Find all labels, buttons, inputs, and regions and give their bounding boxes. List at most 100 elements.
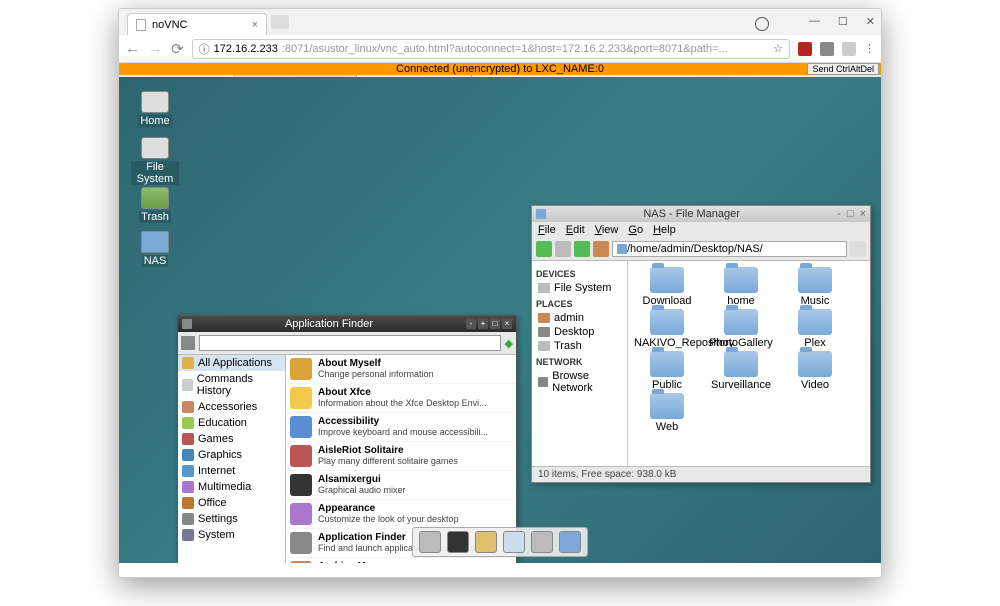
- minimize-icon[interactable]: —: [809, 15, 820, 28]
- sidebar: DEVICES File System PLACES adminDesktopT…: [532, 261, 628, 466]
- category-item[interactable]: Internet: [178, 463, 285, 479]
- folder-item[interactable]: PhotoGallery: [708, 309, 774, 349]
- menu-edit[interactable]: Edit: [566, 224, 585, 236]
- maximize-icon[interactable]: □: [490, 319, 500, 329]
- home-button[interactable]: [593, 241, 609, 257]
- menu-go[interactable]: Go: [628, 224, 643, 236]
- folder-item[interactable]: Video: [782, 351, 848, 391]
- chrome-user-icon[interactable]: [755, 17, 769, 31]
- dock-show-desktop[interactable]: [419, 531, 441, 553]
- desktop-icon-home[interactable]: Home: [131, 91, 179, 127]
- folder-icon: [650, 393, 684, 419]
- folder-icon: [650, 351, 684, 377]
- menu-view[interactable]: View: [595, 224, 619, 236]
- sidebar-item[interactable]: Trash: [536, 339, 623, 353]
- chrome-menu-icon[interactable]: ⋮: [864, 42, 875, 55]
- category-item[interactable]: Settings: [178, 511, 285, 527]
- app-item[interactable]: About XfceInformation about the Xfce Des…: [286, 384, 516, 413]
- chrome-tab[interactable]: noVNC ×: [127, 13, 267, 35]
- category-item[interactable]: Multimedia: [178, 479, 285, 495]
- sidebar-item[interactable]: Desktop: [536, 325, 623, 339]
- back-button[interactable]: ←: [125, 40, 140, 57]
- tab-close-icon[interactable]: ×: [252, 19, 258, 31]
- go-icon[interactable]: ◆: [505, 337, 513, 350]
- site-info-icon[interactable]: ⓘ: [199, 41, 210, 57]
- send-ctrlaltdel-button[interactable]: Send CtrlAltDel: [807, 63, 879, 75]
- sidebar-item[interactable]: File System: [536, 281, 623, 295]
- dock-filemanager[interactable]: [475, 531, 497, 553]
- appfinder-window: Application Finder - + □ × ◆ All Applica…: [177, 315, 517, 563]
- category-item[interactable]: Accessories: [178, 399, 285, 415]
- new-tab-button[interactable]: [271, 15, 289, 29]
- desktop-icon-file-system[interactable]: File System: [131, 137, 179, 185]
- bookmark-icon[interactable]: ☆: [773, 42, 783, 55]
- desktop[interactable]: HomeFile SystemTrashNAS Application Find…: [119, 77, 881, 563]
- app-icon: [290, 445, 312, 467]
- path-bar[interactable]: /home/admin/Desktop/NAS/: [612, 241, 847, 257]
- folder-item[interactable]: Public: [634, 351, 700, 391]
- vnc-status-bar: Connected (unencrypted) to LXC_NAME:0 Se…: [119, 63, 881, 75]
- minimize-icon[interactable]: -: [466, 319, 476, 329]
- category-item[interactable]: System: [178, 527, 285, 543]
- url-path: :8071/asustor_linux/vnc_auto.html?autoco…: [282, 43, 728, 55]
- close-icon[interactable]: ×: [502, 319, 512, 329]
- category-icon: [182, 449, 194, 461]
- refresh-button[interactable]: [850, 241, 866, 257]
- folder-icon: [798, 351, 832, 377]
- desktop-icon-trash[interactable]: Trash: [131, 187, 179, 223]
- category-item[interactable]: All Applications: [178, 355, 285, 371]
- sidebar-item[interactable]: Browse Network: [536, 369, 623, 395]
- back-button[interactable]: [536, 241, 552, 257]
- page-icon: [136, 19, 146, 31]
- app-item[interactable]: AisleRiot SolitairePlay many different s…: [286, 442, 516, 471]
- appfinder-search-input[interactable]: [199, 335, 501, 351]
- close-icon[interactable]: ×: [860, 208, 866, 220]
- folder-icon: [798, 267, 832, 293]
- extension-icon[interactable]: [842, 42, 856, 56]
- app-icon: [290, 532, 312, 554]
- forward-button[interactable]: →: [148, 40, 163, 57]
- reload-button[interactable]: ⟳: [171, 40, 184, 58]
- menu-file[interactable]: File: [538, 224, 556, 236]
- place-icon: [538, 313, 550, 323]
- maximize-icon[interactable]: +: [478, 319, 488, 329]
- app-item[interactable]: About MyselfChange personal information: [286, 355, 516, 384]
- up-button[interactable]: [574, 241, 590, 257]
- category-item[interactable]: Games: [178, 431, 285, 447]
- desktop-icon-nas[interactable]: NAS: [131, 231, 179, 267]
- category-item[interactable]: Office: [178, 495, 285, 511]
- folder-item[interactable]: home: [708, 267, 774, 307]
- app-item[interactable]: AlsamixerguiGraphical audio mixer: [286, 471, 516, 500]
- maximize-icon[interactable]: ☐: [838, 15, 848, 28]
- menu-help[interactable]: Help: [653, 224, 676, 236]
- minimize-icon[interactable]: -: [837, 208, 841, 220]
- sidebar-item[interactable]: admin: [536, 311, 623, 325]
- category-item[interactable]: Commands History: [178, 371, 285, 399]
- file-pane[interactable]: DownloadhomeMusic NAKIVO_RepositoryPhotoG…: [628, 261, 870, 466]
- extension-icon[interactable]: [798, 42, 812, 56]
- dock-web-browser[interactable]: [503, 531, 525, 553]
- folder-icon: [536, 209, 546, 219]
- appfinder-titlebar[interactable]: Application Finder - + □ ×: [178, 316, 516, 332]
- category-item[interactable]: Graphics: [178, 447, 285, 463]
- folder-item[interactable]: Download: [634, 267, 700, 307]
- folder-item[interactable]: Plex: [782, 309, 848, 349]
- folder-item[interactable]: Surveillance: [708, 351, 774, 391]
- dock-terminal[interactable]: [447, 531, 469, 553]
- folder-item[interactable]: Web: [634, 393, 700, 433]
- close-icon[interactable]: ✕: [866, 15, 875, 28]
- category-item[interactable]: Education: [178, 415, 285, 431]
- app-item[interactable]: Archive ManagerCreate and modify an arch…: [286, 558, 516, 563]
- filemanager-titlebar[interactable]: NAS - File Manager - □ ×: [532, 206, 870, 222]
- forward-button[interactable]: [555, 241, 571, 257]
- address-bar[interactable]: ⓘ 172.16.2.233 :8071/asustor_linux/vnc_a…: [192, 39, 790, 59]
- folder-item[interactable]: NAKIVO_Repository: [634, 309, 700, 349]
- maximize-icon[interactable]: □: [847, 208, 854, 220]
- folder-item[interactable]: Music: [782, 267, 848, 307]
- dock-appfinder[interactable]: [531, 531, 553, 553]
- app-item[interactable]: AppearanceCustomize the look of your des…: [286, 500, 516, 529]
- dock-folder[interactable]: [559, 531, 581, 553]
- folder-icon: [724, 351, 758, 377]
- app-item[interactable]: AccessibilityImprove keyboard and mouse …: [286, 413, 516, 442]
- extension-icon[interactable]: [820, 42, 834, 56]
